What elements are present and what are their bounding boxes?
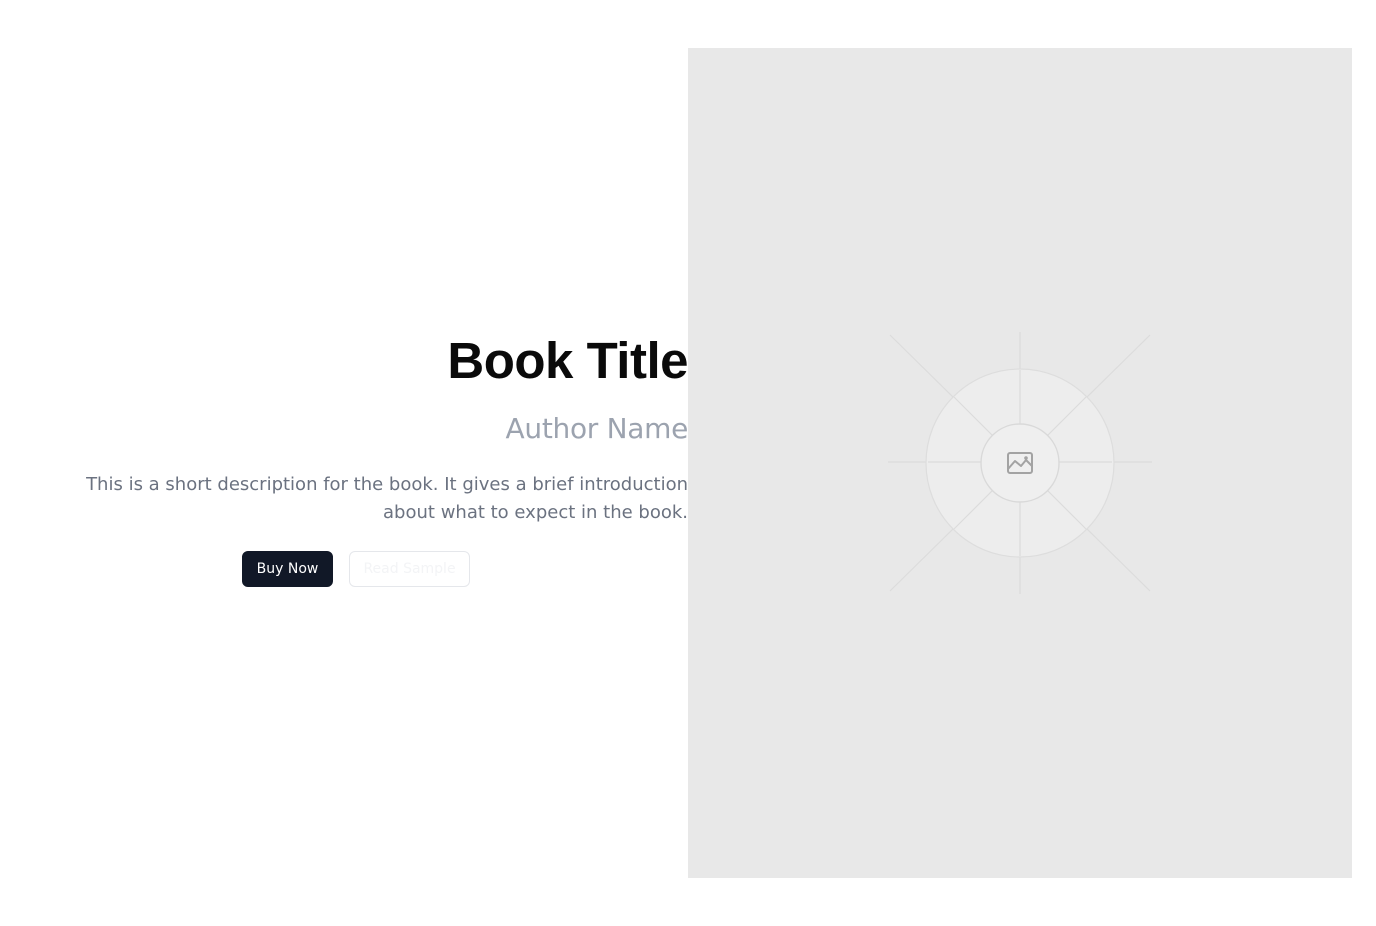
action-buttons: Buy Now Read Sample bbox=[242, 551, 470, 587]
author-name: Author Name bbox=[505, 412, 689, 445]
read-sample-button[interactable]: Read Sample bbox=[349, 551, 470, 587]
book-description: This is a short description for the book… bbox=[86, 474, 688, 523]
book-cover-placeholder bbox=[688, 48, 1352, 878]
book-title: Book Title bbox=[447, 332, 688, 389]
placeholder-graphic bbox=[888, 332, 1152, 594]
buy-now-button[interactable]: Buy Now bbox=[242, 551, 333, 587]
book-info: Book Title Author Name This is a short d… bbox=[24, 0, 688, 926]
